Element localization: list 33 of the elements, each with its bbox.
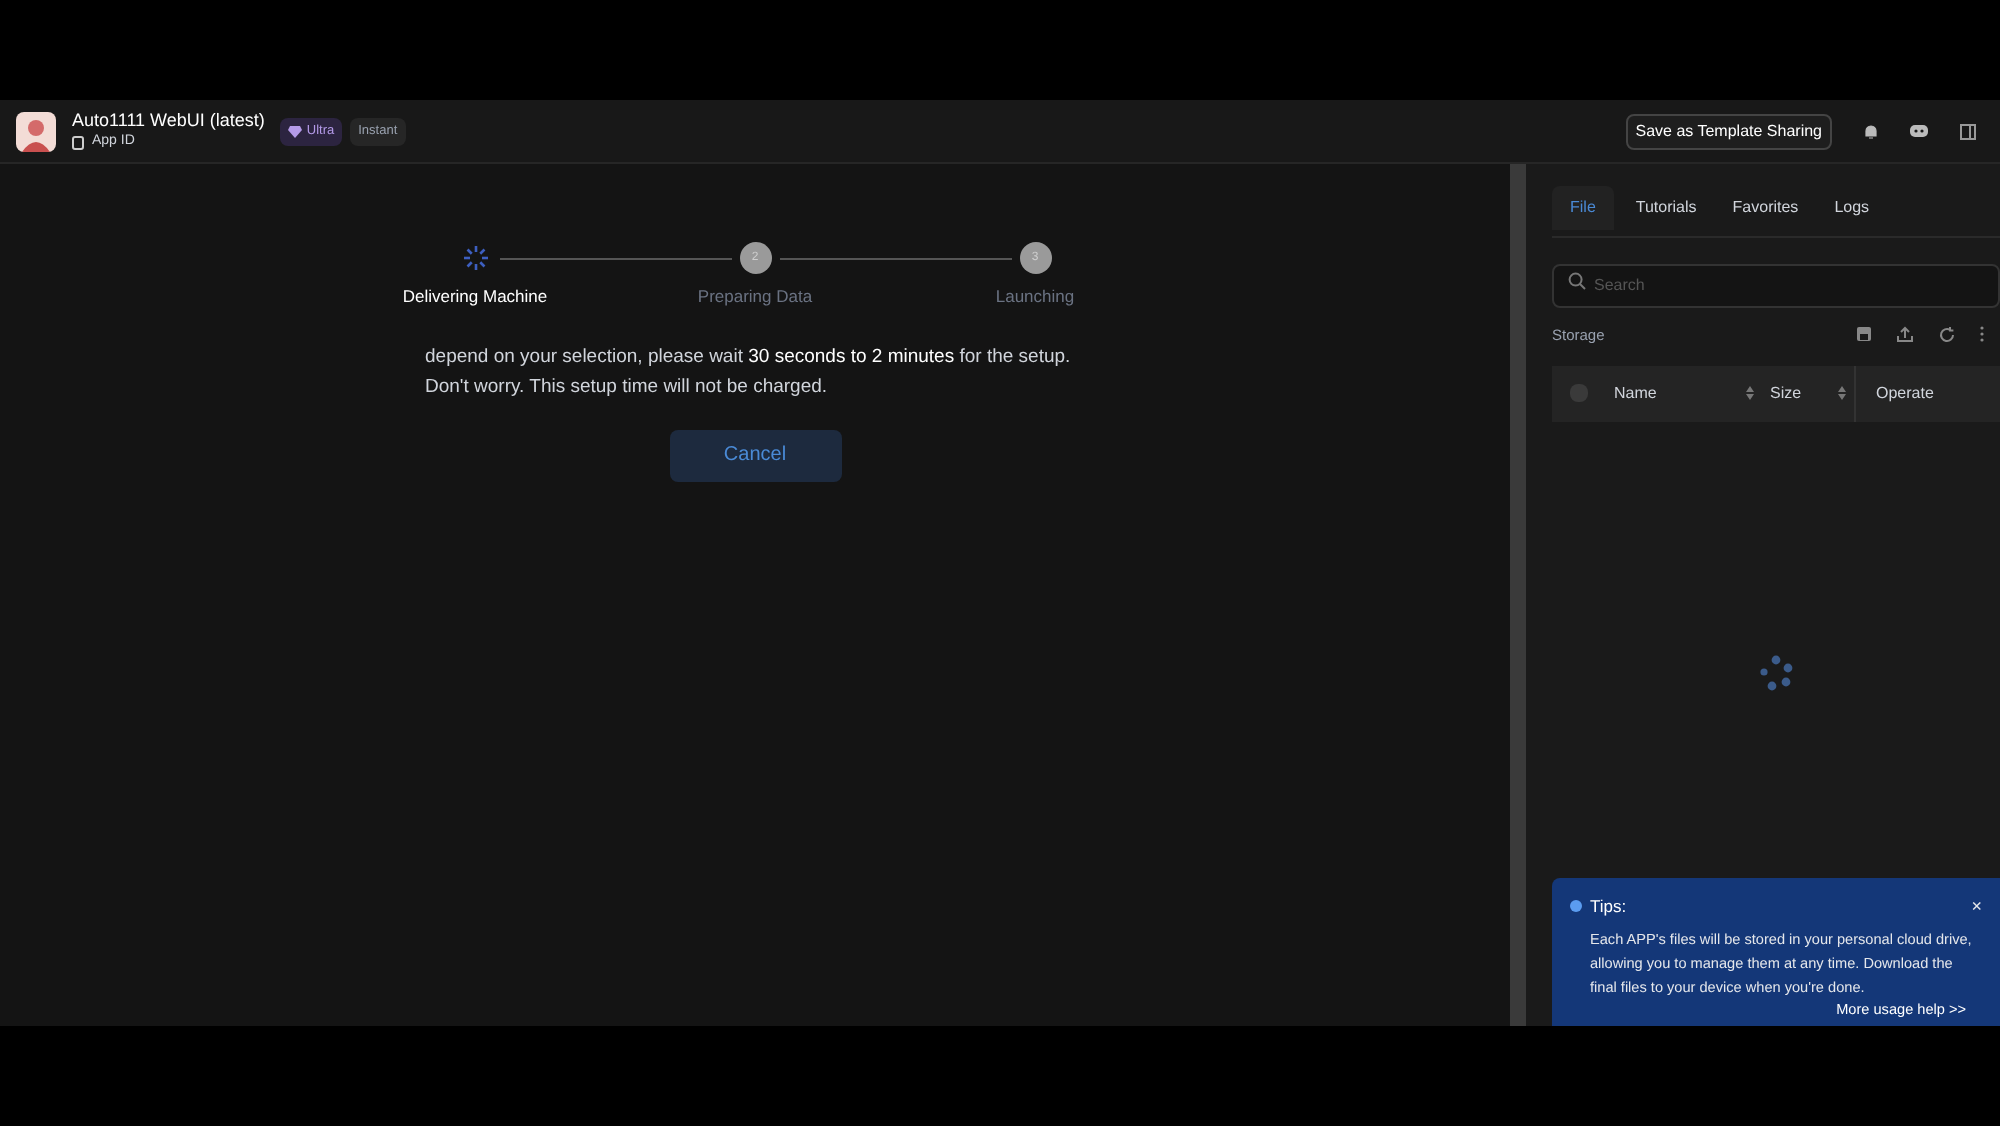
save-icon[interactable] xyxy=(1856,326,1872,343)
setup-note: Don't worry. This setup time will not be charged. xyxy=(425,373,830,402)
panel-icon[interactable] xyxy=(1960,123,1976,139)
refresh-icon[interactable] xyxy=(1938,325,1956,344)
search-icon xyxy=(1568,272,1586,290)
panel-tab[interactable]: Favorites xyxy=(1718,186,1813,230)
step-label: Preparing Data xyxy=(697,284,813,310)
cancel-button[interactable]: Cancel xyxy=(669,429,841,482)
sort-icon[interactable] xyxy=(1838,386,1846,401)
diamond-icon xyxy=(288,125,303,138)
panel-tab[interactable]: File xyxy=(1552,186,1614,230)
panel-tab[interactable]: Tutorials xyxy=(1621,186,1711,230)
phone-icon xyxy=(72,136,84,150)
column-header: Name xyxy=(1614,381,1659,406)
app-title: Auto1111 WebUI (latest) xyxy=(72,108,265,133)
panel-tab[interactable]: Logs xyxy=(1820,186,1884,230)
setup-message: depend on your selection, please wait 30 seconds to 2 minutes for the setup. xyxy=(425,343,1073,372)
step-label: Launching xyxy=(995,284,1075,310)
info-dot-icon xyxy=(1570,900,1582,913)
tips-title: Tips: xyxy=(1590,894,1629,920)
app-avatar xyxy=(16,111,56,151)
column-header: Size xyxy=(1770,381,1804,406)
step-label: Delivering Machine xyxy=(402,284,548,310)
sort-icon[interactable] xyxy=(1746,386,1754,401)
notification-icon[interactable] xyxy=(1864,123,1878,139)
chat-icon[interactable] xyxy=(1910,124,1928,138)
upload-icon[interactable] xyxy=(1896,326,1914,343)
save-template-button[interactable]: Save as Template Sharing xyxy=(1625,113,1832,149)
column-header: Operate xyxy=(1876,381,1936,406)
loading-spinner-icon xyxy=(1756,653,1796,694)
close-button[interactable]: × xyxy=(1971,897,1982,916)
search-field[interactable]: Search xyxy=(1552,263,2000,307)
scrollbar[interactable] xyxy=(1510,164,1526,1026)
